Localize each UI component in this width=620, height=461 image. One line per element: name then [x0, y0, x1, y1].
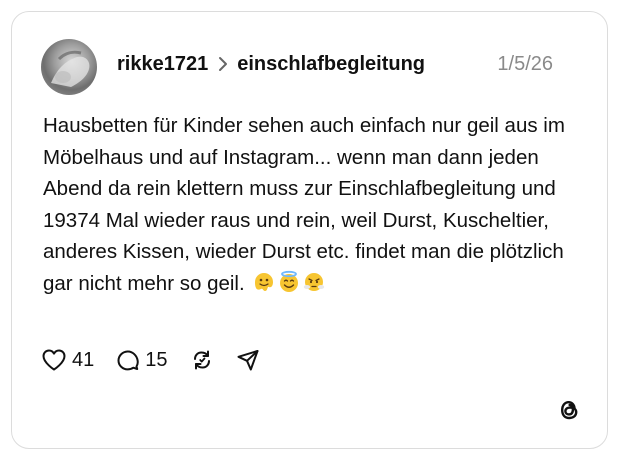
post-body: Hausbetten für Kinder sehen auch einfach…: [43, 110, 583, 299]
post-header: rikke1721 einschlafbegleitung: [117, 50, 425, 78]
share-icon: [236, 348, 260, 372]
face-with-steam-emoji: [304, 272, 325, 291]
post-text: Hausbetten für Kinder sehen auch einfach…: [43, 114, 565, 295]
like-button[interactable]: 41: [41, 348, 94, 372]
reply-count: 15: [145, 348, 168, 371]
share-button[interactable]: [236, 348, 260, 372]
like-count: 41: [72, 348, 95, 371]
action-bar: 41 15: [41, 346, 260, 374]
community-link[interactable]: einschlafbegleitung: [237, 53, 425, 76]
repost-button[interactable]: [190, 348, 214, 372]
post-card[interactable]: rikke1721 einschlafbegleitung 1/5/26 Hau…: [11, 11, 608, 449]
emoji-group: [252, 270, 326, 294]
avatar[interactable]: [41, 39, 97, 95]
comment-icon: [116, 348, 140, 372]
chevron-right-icon: [218, 56, 228, 72]
heart-icon: [41, 348, 67, 372]
threads-logo-icon: [555, 396, 583, 424]
reply-button[interactable]: 15: [116, 348, 168, 372]
melting-face-emoji: [255, 272, 274, 291]
username-link[interactable]: rikke1721: [117, 53, 208, 76]
post-date: 1/5/26: [497, 53, 553, 75]
repost-icon: [190, 348, 214, 372]
smiling-face-with-halo-emoji: [280, 270, 299, 292]
